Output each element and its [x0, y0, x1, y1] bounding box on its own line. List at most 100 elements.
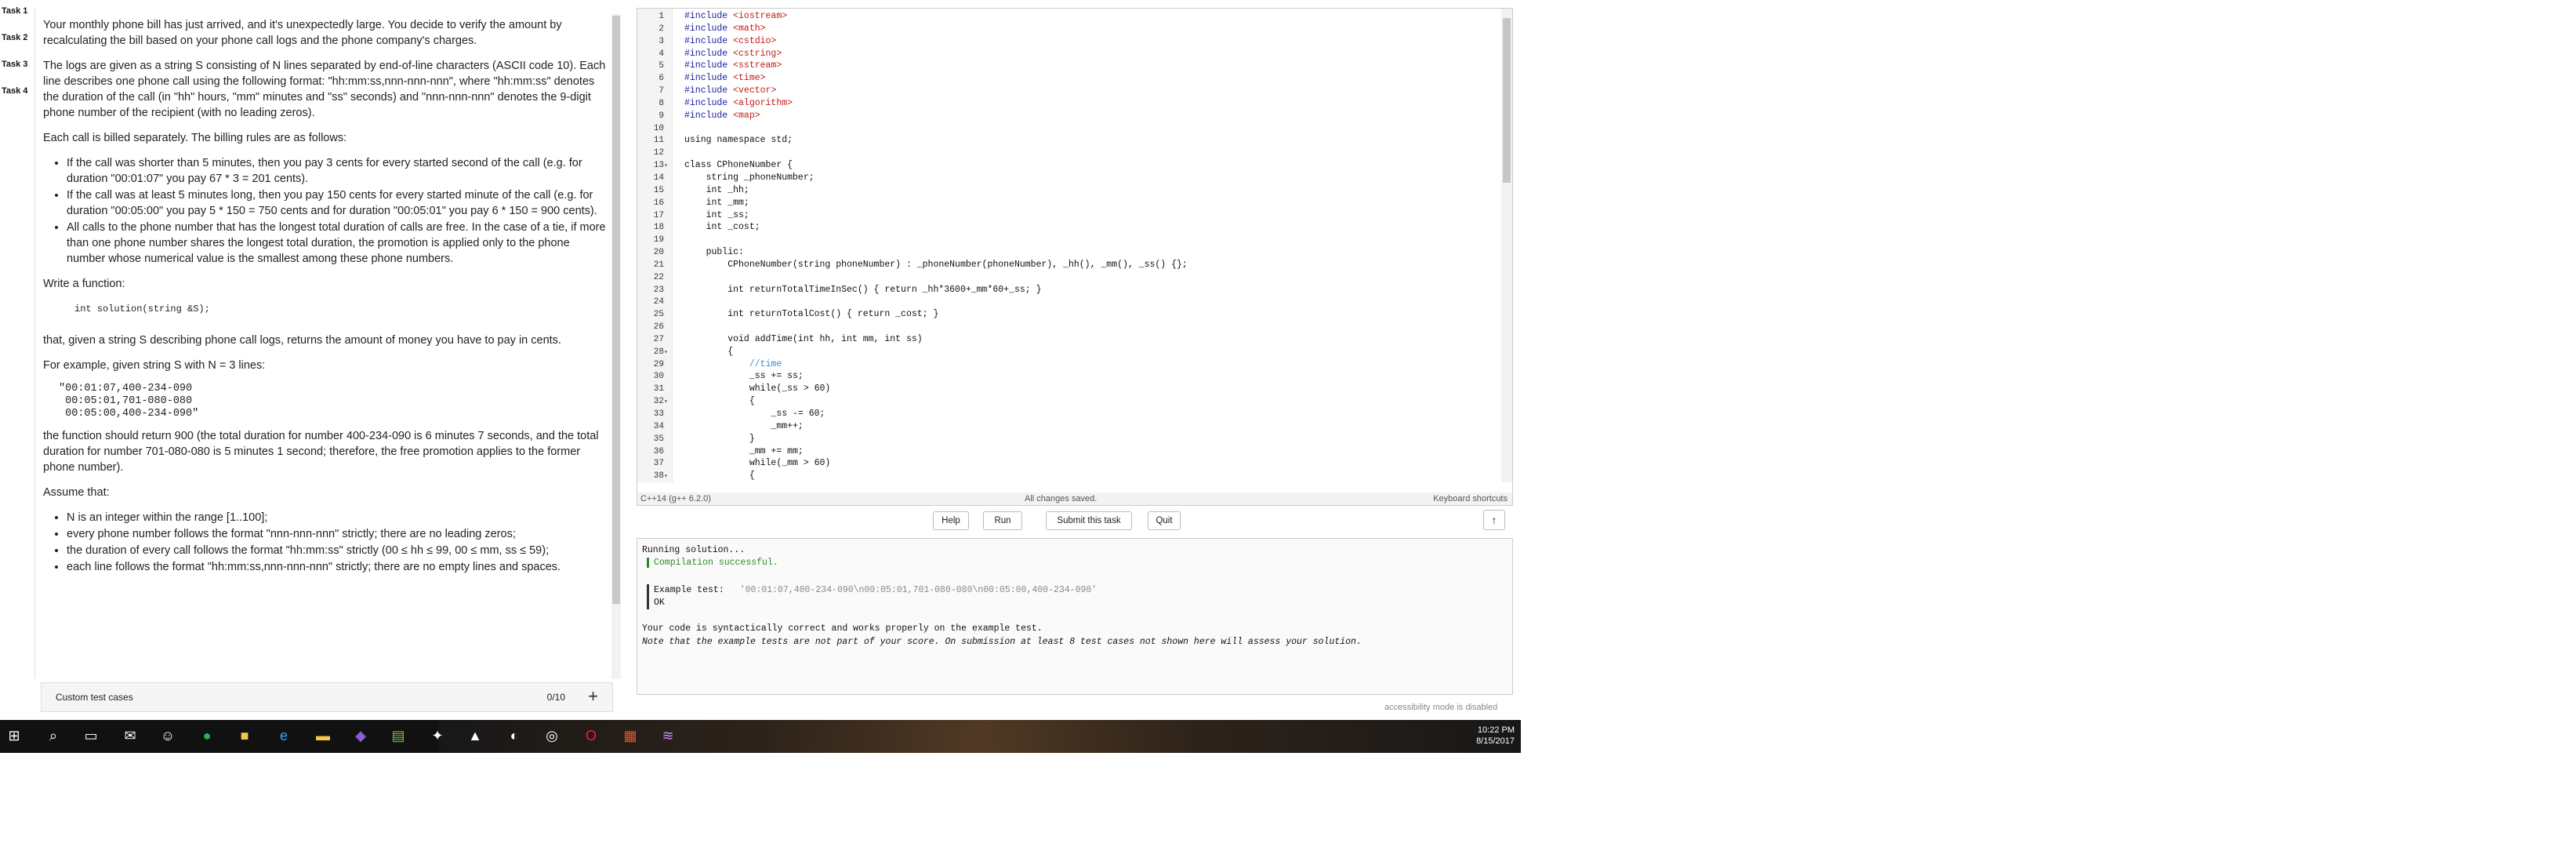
- app-icon-6[interactable]: ≋: [659, 726, 677, 745]
- cat-icon[interactable]: ☺: [158, 726, 177, 745]
- windows-icon[interactable]: ⊞: [5, 726, 24, 745]
- code-line[interactable]: 23 int returnTotalTimeInSec() { return _…: [637, 284, 1492, 296]
- quit-button[interactable]: Quit: [1148, 511, 1181, 530]
- tab-task-1[interactable]: Task 1: [0, 0, 34, 27]
- line-number: 11: [653, 136, 664, 146]
- code-line[interactable]: 34 _mm++;: [637, 420, 1492, 433]
- opera-icon[interactable]: O: [582, 726, 600, 745]
- code-line[interactable]: 25 int returnTotalCost() { return _cost;…: [637, 308, 1492, 321]
- fold-icon[interactable]: ▾: [664, 347, 672, 359]
- desc-paragraph: For example, given string S with N = 3 l…: [43, 359, 266, 372]
- clock-date: 8/15/2017: [1476, 736, 1515, 746]
- fold-icon[interactable]: ▾: [664, 396, 672, 409]
- code-line[interactable]: 11 using namespace std;: [637, 134, 1492, 147]
- code-line[interactable]: 19: [637, 234, 1492, 246]
- fold-icon[interactable]: ▾: [664, 160, 672, 173]
- search-icon[interactable]: ⌕: [44, 726, 63, 745]
- app-icon[interactable]: ✦: [428, 726, 447, 745]
- file-explorer-icon[interactable]: ▬: [314, 726, 332, 745]
- code-line[interactable]: 36 _mm += mm;: [637, 445, 1492, 458]
- list-item: All calls to the phone number that has t…: [67, 220, 608, 267]
- code-text: {: [684, 346, 734, 357]
- code-area[interactable]: 1 #include <iostream> 2 #include <math> 3 #in…: [637, 10, 1492, 482]
- compilation-status: Compilation successful.: [647, 558, 778, 568]
- code-line[interactable]: 28▾ {: [637, 346, 1492, 358]
- code-line[interactable]: 15 int _hh;: [637, 184, 1492, 197]
- submit-button[interactable]: Submit this task: [1046, 511, 1132, 530]
- accessibility-status[interactable]: accessibility mode is disabled: [1384, 703, 1497, 712]
- editor-scrollbar[interactable]: [1501, 9, 1512, 482]
- code-line[interactable]: 21 CPhoneNumber(string phoneNumber) : _p…: [637, 259, 1492, 271]
- desc-paragraph: Your monthly phone bill has just arrived…: [43, 19, 562, 47]
- code-line[interactable]: 8 #include <algorithm>: [637, 97, 1492, 110]
- code-line[interactable]: 16 int _mm;: [637, 197, 1492, 209]
- keyboard-shortcuts-link[interactable]: Keyboard shortcuts: [1433, 494, 1508, 503]
- code-line[interactable]: 4 #include <cstring>: [637, 48, 1492, 60]
- code-line[interactable]: 6 #include <time>: [637, 72, 1492, 85]
- add-test-case-button[interactable]: +: [588, 686, 598, 707]
- code-editor[interactable]: 1 #include <iostream> 2 #include <math> 3 #in…: [637, 8, 1513, 496]
- app-icon-5[interactable]: ▦: [621, 726, 640, 745]
- code-line[interactable]: 14 string _phoneNumber;: [637, 172, 1492, 184]
- code-text: }: [684, 433, 755, 444]
- code-line[interactable]: 17 int _ss;: [637, 209, 1492, 222]
- code-line[interactable]: 24: [637, 296, 1492, 308]
- tab-task-2[interactable]: Task 2: [0, 27, 34, 53]
- help-button[interactable]: Help: [933, 511, 969, 530]
- app-icon-4[interactable]: ◎: [542, 726, 561, 745]
- task-view-icon[interactable]: ▭: [82, 726, 100, 745]
- code-line[interactable]: 3 #include <cstdio>: [637, 35, 1492, 48]
- code-text: int _mm;: [684, 197, 749, 208]
- language-label[interactable]: C++14 (g++ 6.2.0): [640, 494, 711, 503]
- mail-icon[interactable]: ✉: [121, 726, 140, 745]
- fold-icon[interactable]: ▾: [664, 471, 672, 483]
- desc-paragraph: The logs are given as a string S consist…: [43, 60, 606, 119]
- tab-task-3[interactable]: Task 3: [0, 53, 34, 80]
- description-scrollbar[interactable]: [611, 14, 621, 679]
- code-line[interactable]: 37 while(_mm > 60): [637, 457, 1492, 470]
- code-line[interactable]: 35 }: [637, 433, 1492, 445]
- line-number: 30: [653, 372, 664, 382]
- collapse-output-button[interactable]: ↑: [1483, 510, 1505, 530]
- tab-task-4[interactable]: Task 4: [0, 80, 34, 107]
- sticky-notes-icon[interactable]: ■: [235, 726, 254, 745]
- code-line[interactable]: 13▾ class CPhoneNumber {: [637, 159, 1492, 172]
- code-text: int returnTotalTimeInSec() { return _hh*…: [684, 284, 1042, 295]
- list-item: every phone number follows the format "n…: [67, 526, 608, 542]
- code-line[interactable]: 18 int _cost;: [637, 221, 1492, 234]
- code-line[interactable]: 7 #include <vector>: [637, 85, 1492, 97]
- code-line[interactable]: 5 #include <sstream>: [637, 60, 1492, 72]
- code-line[interactable]: 29 //time: [637, 358, 1492, 371]
- code-line[interactable]: 12: [637, 147, 1492, 159]
- visual-studio-icon[interactable]: ◆: [351, 726, 370, 745]
- code-text: using namespace std;: [684, 135, 793, 146]
- editor-status-bar: C++14 (g++ 6.2.0) All changes saved. Key…: [637, 493, 1513, 506]
- code-line[interactable]: 20 public:: [637, 246, 1492, 259]
- edge-icon[interactable]: e: [274, 726, 293, 745]
- notepad-icon[interactable]: ▤: [389, 726, 408, 745]
- code-line[interactable]: 10: [637, 122, 1492, 135]
- code-line[interactable]: 27 void addTime(int hh, int mm, int ss): [637, 333, 1492, 346]
- code-line[interactable]: 2 #include <math>: [637, 23, 1492, 35]
- code-line[interactable]: 26: [637, 321, 1492, 333]
- code-line[interactable]: 38▾ {: [637, 470, 1492, 482]
- code-text: #include <vector>: [684, 85, 777, 96]
- line-number: 18: [653, 223, 664, 233]
- custom-tests-count: 0/10: [546, 692, 565, 703]
- clock[interactable]: 10:22 PM 8/15/2017: [1476, 725, 1515, 747]
- spotify-icon[interactable]: ●: [198, 726, 216, 745]
- code-line[interactable]: 1 #include <iostream>: [637, 10, 1492, 23]
- code-text: int _hh;: [684, 184, 749, 195]
- code-line[interactable]: 22: [637, 271, 1492, 284]
- code-text: int _cost;: [684, 222, 760, 233]
- code-line[interactable]: 31 while(_ss > 60): [637, 383, 1492, 395]
- code-line[interactable]: 9 #include <map>: [637, 110, 1492, 122]
- custom-test-cases[interactable]: Custom test cases 0/10 +: [41, 682, 613, 712]
- app-icon-2[interactable]: ▲: [466, 726, 484, 745]
- app-icon-3[interactable]: ◐: [505, 726, 524, 745]
- line-number: 19: [653, 235, 664, 245]
- code-line[interactable]: 32▾ {: [637, 395, 1492, 408]
- code-line[interactable]: 33 _ss -= 60;: [637, 408, 1492, 420]
- code-line[interactable]: 30 _ss += ss;: [637, 370, 1492, 383]
- run-button[interactable]: Run: [983, 511, 1022, 530]
